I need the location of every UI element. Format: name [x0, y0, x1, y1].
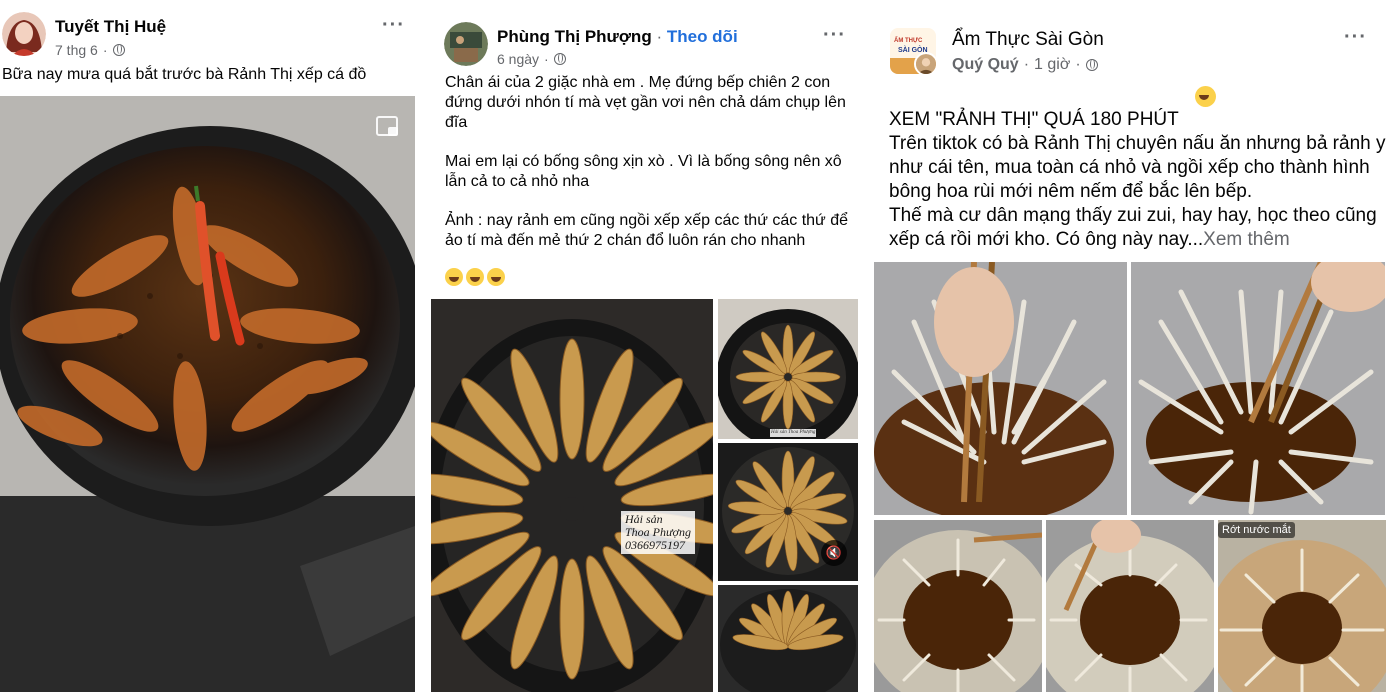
laughing-emoji	[487, 268, 505, 286]
page-name[interactable]: Ẩm Thực Sài Gòn	[952, 29, 1104, 51]
globe-icon	[553, 53, 566, 65]
post-tuyet-thi-hue: Tuyết Thị Huệ 7 thg 6 · ··· Bữa nay mưa …	[0, 0, 418, 692]
post-photo-3[interactable]: 🔇	[718, 443, 858, 581]
fish-flower-in-pan-image	[874, 520, 1042, 692]
post-photo-3[interactable]	[874, 520, 1042, 692]
laughing-emoji	[445, 268, 463, 286]
photo-label: Rớt nước mắt	[1218, 522, 1295, 538]
post-paragraph-2: Mai em lại có bống sông xịn xò . Vì là b…	[445, 153, 842, 190]
author-avatar[interactable]	[444, 22, 488, 66]
post-time[interactable]: 1 giờ	[1034, 56, 1070, 74]
meta-separator: ·	[544, 51, 549, 67]
globe-icon	[112, 44, 125, 56]
more-options-icon[interactable]: ···	[382, 15, 405, 35]
arranging-fish-image	[874, 262, 1127, 515]
sub-author-avatar[interactable]	[914, 52, 938, 76]
author-separator: ·	[656, 27, 663, 46]
sub-author-image	[916, 54, 936, 74]
more-options-icon[interactable]: ···	[1344, 27, 1367, 47]
post-text: XEM "RẢNH THỊ" QUÁ 180 PHÚT Trên tiktok …	[889, 84, 1389, 252]
fried-fish-pan-image-small	[718, 585, 858, 692]
photo-caption-small: Hải sản Thoa Phượng	[770, 429, 817, 437]
post-photo-4[interactable]	[1046, 520, 1214, 692]
post-meta: 6 ngày ·	[497, 51, 566, 67]
expand-icon[interactable]	[376, 116, 398, 136]
post-text: Bữa nay mưa quá bắt trước bà Rảnh Thị xế…	[2, 66, 367, 83]
post-body: XEM "RẢNH THỊ" QUÁ 180 PHÚT Trên tiktok …	[889, 109, 1386, 250]
fish-flower-in-pan-image	[1046, 520, 1214, 692]
post-paragraph-1: Chân ái của 2 giặc nhà em . Mẹ đứng bếp …	[445, 74, 846, 131]
post-phung-thi-phuong: Phùng Thị Phượng · Theo dõi 6 ngày · ···…	[428, 0, 860, 692]
author-line: Phùng Thị Phượng · Theo dõi	[497, 27, 738, 47]
post-am-thuc-sai-gon: ẨM THỰC SÀI GÒN Ẩm Thực Sài Gòn Quý Quý …	[870, 0, 1400, 692]
smile-emoji	[1195, 86, 1216, 107]
follow-button[interactable]: Theo dõi	[667, 27, 738, 46]
post-meta: Quý Quý · 1 giờ ·	[952, 56, 1098, 74]
post-photo-2[interactable]: Hải sản Thoa Phượng	[718, 299, 858, 439]
post-meta: 7 thg 6 ·	[55, 42, 125, 58]
clay-pot-fish-image	[0, 96, 415, 692]
post-photo-4[interactable]	[718, 585, 858, 692]
avatar-image	[444, 22, 488, 66]
post-paragraph-3: Ảnh : nay rảnh em cũng ngồi xếp xếp các …	[445, 212, 848, 249]
see-more-link[interactable]: Xem thêm	[1203, 229, 1290, 250]
post-time[interactable]: 6 ngày	[497, 51, 539, 67]
meta-separator: ·	[1023, 56, 1030, 73]
post-photo[interactable]	[0, 96, 415, 692]
svg-text:ẨM THỰC: ẨM THỰC	[894, 37, 923, 44]
author-avatar[interactable]	[2, 12, 46, 56]
post-photo-2[interactable]	[1131, 262, 1385, 515]
post-photo-5[interactable]: Rớt nước mắt	[1218, 520, 1386, 692]
mute-icon[interactable]: 🔇	[821, 540, 847, 566]
author-name[interactable]: Tuyết Thị Huệ	[55, 17, 166, 37]
fried-fish-pan-image	[431, 299, 713, 692]
globe-icon	[1085, 59, 1098, 71]
fish-flower-in-pan-image	[1218, 520, 1386, 692]
arranging-fish-image	[1131, 262, 1385, 515]
sub-author-name[interactable]: Quý Quý	[952, 56, 1019, 74]
meta-separator: ·	[1075, 56, 1081, 73]
post-photo-main[interactable]: Hải sản Thoa Phượng 0366975197	[431, 299, 713, 692]
laughing-emoji	[466, 268, 484, 286]
post-time[interactable]: 7 thg 6	[55, 42, 98, 58]
emoji-row	[445, 268, 508, 288]
photo-caption: Hải sản Thoa Phượng 0366975197	[621, 511, 695, 554]
meta-separator: ·	[102, 42, 108, 58]
fried-fish-small-pan-image	[718, 299, 858, 439]
avatar-image	[2, 12, 46, 56]
author-name[interactable]: Phùng Thị Phượng	[497, 27, 652, 46]
more-options-icon[interactable]: ···	[823, 25, 846, 45]
post-photo-1[interactable]	[874, 262, 1127, 515]
